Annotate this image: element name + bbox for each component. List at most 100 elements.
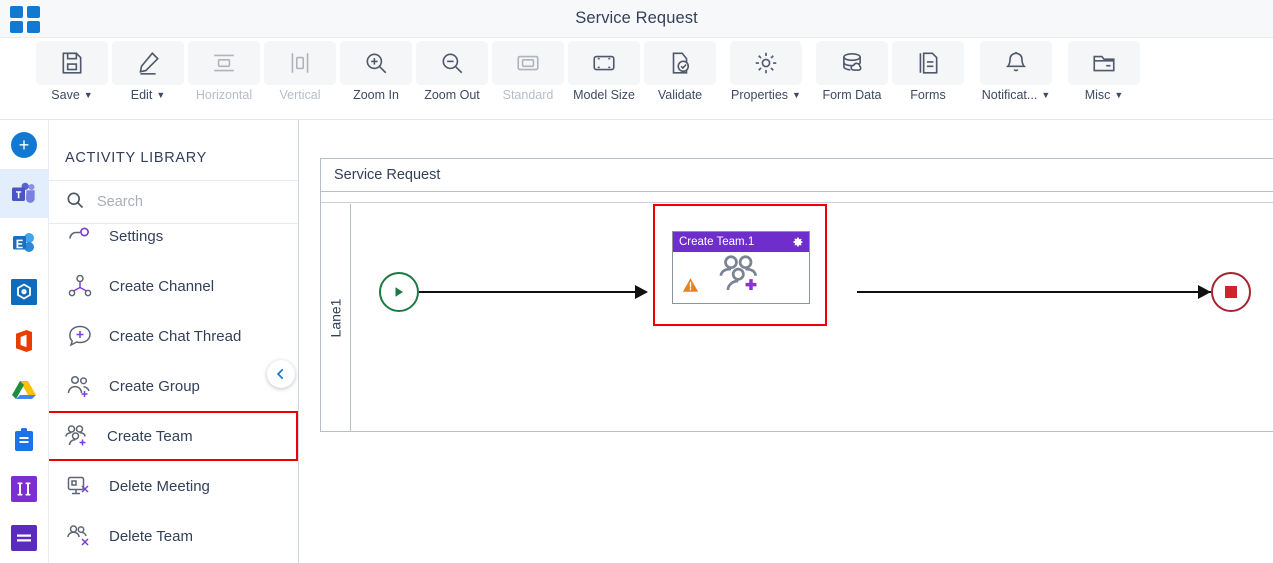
start-event[interactable] [379, 272, 419, 312]
toolbar-button-model-size[interactable]: Model Size [566, 41, 642, 113]
toolbar-label-text: Horizontal [195, 88, 253, 102]
title-bar: Service Request [0, 0, 1273, 38]
toolbar-label-text: Misc [1084, 88, 1111, 102]
node-body [673, 252, 809, 304]
create-channel-icon [65, 274, 95, 298]
rail-item-google-drive[interactable] [0, 366, 49, 415]
rail-item-clipboard-tasks[interactable] [0, 415, 49, 464]
end-event[interactable] [1211, 272, 1251, 312]
node-header: Create Team.1 [673, 232, 809, 252]
toolbar-label: Zoom In [353, 88, 399, 102]
search-input[interactable] [95, 193, 265, 211]
toolbar: Save ▼ Edit ▼ Horizontal Vertical Zoom I… [0, 38, 1273, 120]
search-row[interactable] [49, 180, 298, 224]
activity-item-label: Create Chat Thread [109, 327, 242, 345]
columns-icon [11, 476, 37, 503]
pool-divider [321, 192, 1273, 203]
toolbar-button-vertical[interactable]: Vertical [262, 41, 338, 113]
toolbar-label: Validate [658, 88, 702, 102]
toolbar-button-zoom-out[interactable]: Zoom Out [414, 41, 490, 113]
gear-icon[interactable] [792, 236, 804, 248]
activity-list: Settings Create Channel Create Chat Thre… [49, 211, 298, 561]
rail-item-list-app[interactable] [0, 514, 49, 563]
delete-meeting-icon [65, 474, 95, 498]
horizontal-align-icon [188, 41, 260, 85]
toolbar-label: Forms [910, 88, 945, 102]
activity-item-delete-team[interactable]: Delete Team [49, 511, 298, 561]
toolbar-label: Zoom Out [424, 88, 480, 102]
create-chat-thread-icon [65, 324, 95, 348]
node-title: Create Team.1 [679, 236, 755, 248]
rail-item-add[interactable]: + [0, 120, 49, 169]
toolbar-button-forms[interactable]: Forms [890, 41, 966, 113]
pencil-edit-icon [112, 41, 184, 85]
app-rail: + [0, 120, 49, 563]
list-lines-icon [11, 525, 37, 552]
toolbar-button-properties[interactable]: Properties ▼ [718, 41, 814, 113]
activity-item-label: Create Team [107, 427, 193, 445]
activity-node-create-team[interactable]: Create Team.1 [672, 231, 810, 304]
toolbar-button-misc[interactable]: Misc ▼ [1066, 41, 1142, 113]
database-cloud-icon [816, 41, 888, 85]
rail-item-microsoft-office[interactable] [0, 317, 49, 366]
toolbar-label: Misc ▼ [1085, 88, 1124, 102]
rail-item-microsoft-teams[interactable] [0, 169, 49, 219]
diagram-canvas[interactable]: Service Request Lane1 Create Team.1 [299, 120, 1273, 563]
bell-icon [980, 41, 1052, 85]
page-title: Service Request [575, 9, 698, 27]
activity-item-create-chat-thread[interactable]: Create Chat Thread [49, 311, 298, 361]
rail-item-microsoft-exchange[interactable] [0, 218, 49, 267]
toolbar-label: Save ▼ [51, 88, 92, 102]
pool-service-request[interactable]: Service Request Lane1 Create Team.1 [320, 158, 1273, 432]
flow-arrow-1 [635, 285, 648, 299]
toolbar-button-horizontal[interactable]: Horizontal [186, 41, 262, 113]
gear-icon [730, 41, 802, 85]
toolbar-button-standard[interactable]: Standard [490, 41, 566, 113]
toolbar-label: Standard [503, 88, 554, 102]
activity-item-create-group[interactable]: Create Group [49, 361, 298, 411]
warning-triangle-icon[interactable] [682, 277, 699, 298]
node-selection-outline[interactable]: Create Team.1 [653, 204, 827, 326]
toolbar-label-text: Properties [731, 88, 789, 102]
start-play-icon [395, 287, 403, 297]
toolbar-label: Form Data [822, 88, 881, 102]
toolbar-button-edit[interactable]: Edit ▼ [110, 41, 186, 113]
create-team-icon [63, 424, 93, 448]
activity-item-create-channel[interactable]: Create Channel [49, 261, 298, 311]
toolbar-button-form-data[interactable]: Form Data [814, 41, 890, 113]
toolbar-label-text: Edit [130, 88, 153, 102]
toolbar-label-text: Standard [502, 88, 554, 102]
panel-collapse-button[interactable] [267, 360, 295, 388]
chevron-down-icon: ▼ [792, 90, 801, 100]
create-group-icon [65, 374, 95, 398]
activity-item-delete-meeting[interactable]: Delete Meeting [49, 461, 298, 511]
search-icon [65, 190, 85, 215]
activity-item-label: Create Channel [109, 277, 215, 295]
ms-exchange-icon [13, 233, 34, 253]
zoom-in-icon [340, 41, 412, 85]
toolbar-button-notifications[interactable]: Notificat... ▼ [966, 41, 1066, 113]
toolbar-label-text: Zoom In [353, 88, 399, 102]
rail-item-columns-app[interactable] [0, 465, 49, 514]
toolbar-label: Horizontal [196, 88, 252, 102]
model-size-icon [568, 41, 640, 85]
lane-1[interactable]: Lane1 Create Team.1 [321, 204, 1273, 432]
chevron-down-icon: ▼ [156, 90, 166, 100]
save-floppy-icon [36, 41, 108, 85]
toolbar-button-save[interactable]: Save ▼ [34, 41, 110, 113]
toolbar-label: Edit ▼ [131, 88, 165, 102]
chevron-left-icon [276, 368, 284, 380]
activity-item-create-team[interactable]: Create Team [49, 411, 298, 461]
toolbar-label-text: Save [51, 88, 80, 102]
sequence-flow-2 [857, 291, 1211, 293]
hexagon-gem-icon [11, 279, 37, 306]
toolbar-button-zoom-in[interactable]: Zoom In [338, 41, 414, 113]
rail-item-blue-hexagon-app[interactable] [0, 268, 49, 317]
toolbar-label: Notificat... ▼ [982, 88, 1051, 102]
grid-squares-icon[interactable] [10, 4, 42, 34]
chevron-down-icon: ▼ [83, 90, 93, 100]
flow-arrow-2 [1198, 285, 1211, 299]
toolbar-button-validate[interactable]: Validate [642, 41, 718, 113]
toolbar-label: Properties ▼ [731, 88, 801, 102]
lane-body[interactable]: Create Team.1 [351, 204, 1273, 432]
